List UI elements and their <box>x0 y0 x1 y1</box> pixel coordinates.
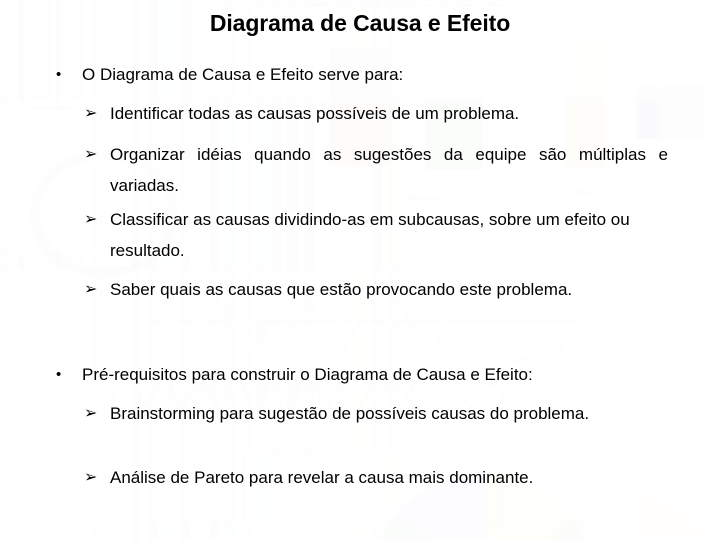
bullet-text: Organizar idéias quando as sugestões da … <box>110 145 668 195</box>
slide-canvas: Fundamentos do Controle Estatístico de P… <box>0 0 720 540</box>
bullet-text: Pré-requisitos para construir o Diagrama… <box>82 365 533 384</box>
arrowhead-bullet-icon: ➢ <box>84 211 98 228</box>
bullet-text: Saber quais as causas que estão provocan… <box>110 280 573 299</box>
bullet-item: ➢ Organizar idéias quando as sugestões d… <box>84 139 668 201</box>
bullet-item: ➢ Saber quais as causas que estão provoc… <box>84 274 668 305</box>
arrowhead-bullet-icon: ➢ <box>84 405 98 422</box>
bullet-dot-icon: • <box>56 366 62 383</box>
arrowhead-bullet-icon: ➢ <box>84 105 98 122</box>
arrowhead-bullet-icon: ➢ <box>84 469 98 486</box>
bullet-text: Brainstorming para sugestão de possíveis… <box>110 404 590 423</box>
arrowhead-bullet-icon: ➢ <box>84 281 98 298</box>
bullet-item: ➢ Classificar as causas dividindo-as em … <box>84 204 668 266</box>
bullet-text: O Diagrama de Causa e Efeito serve para: <box>82 65 404 84</box>
bullet-text: Identificar todas as causas possíveis de… <box>110 104 520 123</box>
bullet-item: ➢ Análise de Pareto para revelar a causa… <box>84 462 668 493</box>
bullet-item: • Pré-requisitos para construir o Diagra… <box>56 360 672 389</box>
bullet-item: ➢ Identificar todas as causas possíveis … <box>84 98 668 129</box>
slide-content: Diagrama de Causa e Efeito • O Diagrama … <box>0 0 720 540</box>
bullet-text: Classificar as causas dividindo-as em su… <box>110 210 630 260</box>
page-title: Diagrama de Causa e Efeito <box>209 10 511 36</box>
bullet-item: • O Diagrama de Causa e Efeito serve par… <box>56 60 672 89</box>
bullet-text: Análise de Pareto para revelar a causa m… <box>110 468 534 487</box>
bullet-item: ➢ Brainstorming para sugestão de possíve… <box>84 398 668 429</box>
bullet-dot-icon: • <box>56 66 62 83</box>
arrowhead-bullet-icon: ➢ <box>84 146 98 163</box>
